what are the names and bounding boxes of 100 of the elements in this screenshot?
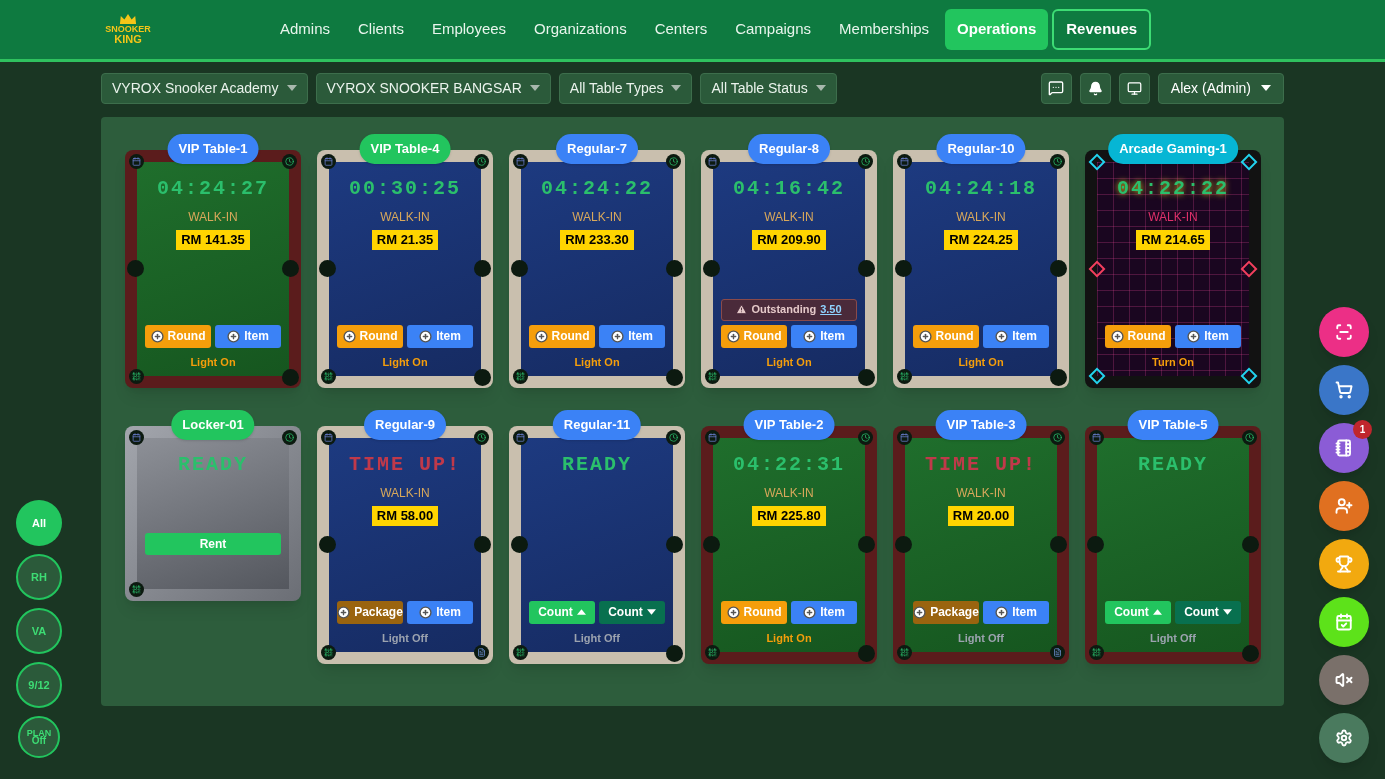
- qr-code-icon[interactable]: [708, 648, 717, 657]
- calendar-icon[interactable]: [900, 157, 909, 166]
- calendar-icon[interactable]: [708, 157, 717, 166]
- table-timer: 04:16:42: [733, 176, 845, 202]
- calendar-icon[interactable]: [324, 157, 333, 166]
- calendar-icon[interactable]: [900, 433, 909, 442]
- chat-button[interactable]: [1040, 72, 1072, 104]
- action-button[interactable]: [1319, 481, 1369, 531]
- nav-tab[interactable]: Memberships: [827, 9, 942, 50]
- item-button[interactable]: Item: [599, 324, 665, 348]
- logo[interactable]: SNOOKER KING: [106, 14, 150, 45]
- clock-icon[interactable]: [477, 433, 486, 442]
- light-status[interactable]: Light On: [958, 353, 1004, 370]
- clock-icon[interactable]: [669, 157, 678, 166]
- outstanding-amount-link[interactable]: 3.50: [820, 301, 842, 318]
- group-filter-button[interactable]: RH: [16, 554, 62, 600]
- light-status[interactable]: Light On: [382, 353, 428, 370]
- item-button[interactable]: Item: [1175, 324, 1241, 348]
- item-button[interactable]: Item: [983, 600, 1049, 624]
- clock-icon[interactable]: [861, 433, 870, 442]
- qr-code-icon[interactable]: [132, 585, 141, 594]
- pocket: [474, 260, 491, 277]
- display-button[interactable]: [1118, 72, 1150, 104]
- clock-icon[interactable]: [861, 157, 870, 166]
- rent-button[interactable]: Rent: [145, 533, 281, 555]
- clock-icon[interactable]: [1245, 433, 1254, 442]
- calendar-icon[interactable]: [516, 157, 525, 166]
- filter-dropdown[interactable]: All Table Status: [700, 72, 837, 104]
- group-filter-button[interactable]: 9/12: [16, 662, 62, 708]
- qr-code-icon[interactable]: [516, 372, 525, 381]
- nav-tab[interactable]: Organizations: [522, 9, 639, 50]
- nav-tab[interactable]: Employees: [419, 9, 519, 50]
- light-status[interactable]: Light On: [574, 353, 620, 370]
- nav-tab[interactable]: Centers: [642, 9, 720, 50]
- notification-button[interactable]: [1079, 72, 1111, 104]
- light-status[interactable]: Light Off: [1150, 629, 1196, 646]
- light-status[interactable]: Light Off: [958, 629, 1004, 646]
- count-button[interactable]: Count: [1105, 600, 1171, 624]
- qr-code-icon[interactable]: [900, 372, 909, 381]
- count-button[interactable]: Count: [599, 600, 665, 624]
- calendar-icon[interactable]: [324, 433, 333, 442]
- action-button[interactable]: [1319, 365, 1369, 415]
- pocket: [127, 260, 144, 277]
- nav-tab[interactable]: Clients: [346, 9, 416, 50]
- item-button[interactable]: Item: [791, 324, 857, 348]
- light-status[interactable]: Turn On: [1152, 353, 1194, 370]
- clock-icon[interactable]: [285, 157, 294, 166]
- qr-code-icon[interactable]: [1092, 648, 1101, 657]
- item-button[interactable]: Item: [983, 324, 1049, 348]
- qr-code-icon[interactable]: [708, 372, 717, 381]
- package-button[interactable]: Package: [337, 600, 403, 624]
- document-icon[interactable]: [477, 648, 486, 657]
- qr-code-icon[interactable]: [132, 372, 141, 381]
- group-filter-button[interactable]: VA: [16, 608, 62, 654]
- nav-tab[interactable]: Revenues: [1052, 9, 1152, 50]
- pocket: [282, 369, 299, 386]
- clock-icon[interactable]: [477, 157, 486, 166]
- calendar-icon[interactable]: [708, 433, 717, 442]
- plan-toggle[interactable]: PLAN Off: [18, 716, 60, 758]
- user-menu[interactable]: Alex (Admin): [1157, 72, 1284, 104]
- qr-code-icon[interactable]: [516, 648, 525, 657]
- item-button[interactable]: Item: [407, 324, 473, 348]
- light-status[interactable]: Light On: [766, 629, 812, 646]
- calendar-icon[interactable]: [516, 433, 525, 442]
- light-status[interactable]: Light On: [766, 353, 812, 370]
- nav-tab[interactable]: Campaigns: [723, 9, 824, 50]
- item-button[interactable]: Item: [791, 600, 857, 624]
- action-button[interactable]: [1319, 307, 1369, 357]
- qr-code-icon[interactable]: [324, 372, 333, 381]
- qr-code-icon[interactable]: [900, 648, 909, 657]
- filter-dropdown[interactable]: VYROX Snooker Academy: [101, 72, 308, 104]
- package-button[interactable]: Package: [913, 600, 979, 624]
- item-button[interactable]: Item: [215, 324, 281, 348]
- clock-icon[interactable]: [1053, 433, 1062, 442]
- action-button[interactable]: 1: [1319, 423, 1369, 473]
- clock-icon[interactable]: [669, 433, 678, 442]
- filter-dropdown[interactable]: VYROX SNOOKER BANGSAR: [315, 72, 551, 104]
- light-status[interactable]: Light Off: [382, 629, 428, 646]
- light-status[interactable]: Light On: [190, 353, 236, 370]
- calendar-icon[interactable]: [132, 433, 141, 442]
- count-button[interactable]: Count: [1175, 600, 1241, 624]
- action-button[interactable]: [1319, 713, 1369, 763]
- logo-text: SNOOKER: [105, 25, 151, 34]
- nav-tab[interactable]: Operations: [945, 9, 1049, 50]
- item-button[interactable]: Item: [407, 600, 473, 624]
- pocket: [474, 369, 491, 386]
- filter-dropdown[interactable]: All Table Types: [558, 72, 693, 104]
- action-button[interactable]: [1319, 597, 1369, 647]
- calendar-icon[interactable]: [1092, 433, 1101, 442]
- light-status[interactable]: Light Off: [574, 629, 620, 646]
- clock-icon[interactable]: [285, 433, 294, 442]
- calendar-icon[interactable]: [132, 157, 141, 166]
- clock-icon[interactable]: [1053, 157, 1062, 166]
- document-icon[interactable]: [1053, 648, 1062, 657]
- qr-code-icon[interactable]: [324, 648, 333, 657]
- action-button[interactable]: [1319, 655, 1369, 705]
- action-button[interactable]: [1319, 539, 1369, 589]
- nav-tab[interactable]: Admins: [268, 9, 343, 50]
- count-button[interactable]: Count: [529, 600, 595, 624]
- group-filter-button[interactable]: All: [16, 500, 62, 546]
